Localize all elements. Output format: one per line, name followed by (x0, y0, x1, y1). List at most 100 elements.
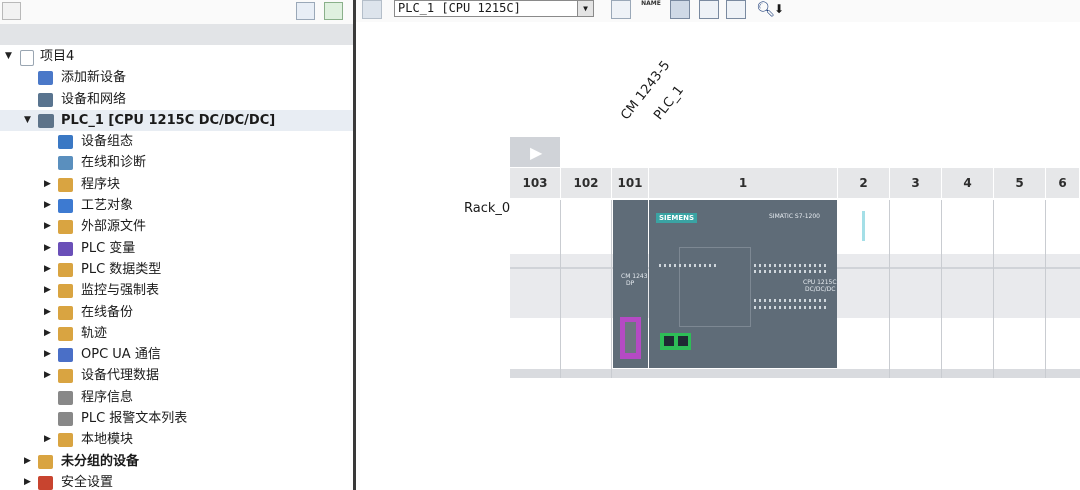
tree-item-label: 程序块 (81, 176, 121, 192)
tree-header (0, 24, 353, 45)
slot-header: 103 (510, 168, 561, 198)
zoom-icon[interactable]: 🔍︎ (756, 0, 776, 19)
tools-icon[interactable] (670, 0, 690, 19)
tree-item-child[interactable]: ▶ PLC 变量 (0, 238, 353, 259)
grid-icon[interactable] (699, 0, 719, 19)
arrow-right-icon: ▶ (530, 143, 543, 162)
tree-item-label: 在线和诊断 (81, 155, 147, 171)
led-row (754, 306, 829, 309)
product-name: SIMATIC S7-1200 (769, 213, 820, 220)
rack-label: Rack_0 (464, 201, 511, 216)
chevron-right-icon[interactable]: ▶ (24, 451, 31, 472)
tree-item-label: PLC 报警文本列表 (81, 411, 188, 427)
security-icon (38, 475, 53, 490)
alarm-text-icon (58, 412, 73, 427)
chevron-down-icon[interactable]: ▼ (24, 110, 31, 131)
tree-item-child[interactable]: ▶ 设备代理数据 (0, 365, 353, 386)
online-backups-icon (58, 305, 73, 320)
slot-3[interactable] (890, 200, 942, 378)
tree-item-child[interactable]: 在线和诊断 (0, 152, 353, 173)
chevron-right-icon[interactable]: ▶ (44, 174, 51, 195)
detail-view-icon[interactable] (296, 2, 315, 20)
slot-103[interactable] (510, 200, 561, 378)
rack-icon[interactable] (611, 0, 631, 19)
slot-102[interactable] (561, 200, 612, 378)
tree-item-label: PLC 数据类型 (81, 261, 162, 277)
tree-item-devices-networks[interactable]: 设备和网络 (0, 89, 353, 110)
tree-item-child[interactable]: ▶ PLC 数据类型 (0, 259, 353, 280)
chevron-right-icon[interactable]: ▶ (44, 365, 51, 386)
tree-item-label: 未分组的设备 (61, 453, 140, 469)
ungrouped-devices-icon (38, 454, 53, 469)
tree-item-add-device[interactable]: 添加新设备 (0, 67, 353, 88)
tree-item-child[interactable]: PLC 报警文本列表 (0, 408, 353, 429)
tree-item-child[interactable]: 程序信息 (0, 387, 353, 408)
slot-header: 4 (942, 168, 994, 198)
tree-item-plc[interactable]: ▼ PLC_1 [CPU 1215C DC/DC/DC] (0, 109, 353, 132)
online-diagnostics-icon (58, 156, 73, 171)
tree-item-label: 项目4 (40, 49, 75, 64)
slot-6[interactable] (1046, 200, 1080, 378)
export-icon[interactable] (324, 2, 343, 20)
tree-item-child[interactable]: 设备组态 (0, 131, 353, 152)
page-break-icon[interactable] (726, 0, 746, 19)
tree-item-label: 工艺对象 (81, 198, 134, 214)
zoom-dropdown-icon[interactable]: ⬇ (774, 0, 794, 19)
cpu-module[interactable]: SIEMENS SIMATIC S7-1200 CPU 1215C DC/DC/… (649, 200, 865, 368)
chevron-right-icon[interactable]: ▶ (44, 280, 51, 301)
led-row (754, 264, 829, 267)
chevron-right-icon[interactable]: ▶ (44, 344, 51, 365)
chevron-right-icon[interactable]: ▶ (44, 259, 51, 280)
slot-5[interactable] (994, 200, 1046, 378)
chevron-right-icon[interactable]: ▶ (24, 472, 31, 490)
external-sources-icon (58, 220, 73, 235)
slot-header: 2 (838, 168, 890, 198)
tree-item-child[interactable]: ▶ 外部源文件 (0, 216, 353, 237)
expand-rack-button[interactable]: ▶ (510, 137, 560, 167)
tree-item-security[interactable]: ▶ 安全设置 (0, 472, 353, 490)
chevron-right-icon[interactable]: ▶ (44, 195, 51, 216)
device-view-toolbar: PLC_1 [CPU 1215C] ▼ NAME 🔍︎ ⬇ (356, 0, 1080, 22)
chevron-down-icon[interactable]: ▼ (5, 46, 12, 67)
tree-item-label: 设备组态 (81, 134, 134, 150)
tree-item-child[interactable]: ▶ 程序块 (0, 174, 353, 195)
slot-4[interactable] (942, 200, 994, 378)
chevron-right-icon[interactable]: ▶ (44, 429, 51, 450)
watch-force-tables-icon (58, 284, 73, 299)
plc-children: 设备组态 在线和诊断 ▶ 程序块 ▶ 工艺对象 ▶ 外部源文件 ▶ PLC 变量 ▶ PLC 数据类型… (0, 131, 353, 450)
cm-module[interactable]: CM 1243 DP (613, 200, 648, 368)
network-view-icon[interactable] (362, 0, 382, 19)
chevron-down-icon[interactable]: ▼ (577, 1, 593, 16)
slot-header: 6 (1046, 168, 1080, 198)
cpu-status-bar (862, 211, 865, 241)
tree-item-child[interactable]: ▶ 在线备份 (0, 302, 353, 323)
tree-item-project[interactable]: ▼ 项目4 (0, 46, 353, 67)
cm-module-text: CM 1243 (621, 273, 648, 280)
traces-icon (58, 326, 73, 341)
tree-item-child[interactable]: ▶ 轨迹 (0, 323, 353, 344)
led-row (754, 270, 829, 273)
tree-item-label: 外部源文件 (81, 219, 147, 235)
chevron-right-icon[interactable]: ▶ (44, 323, 51, 344)
chevron-right-icon[interactable]: ▶ (44, 216, 51, 237)
tree-item-label: 程序信息 (81, 389, 134, 405)
tree-item-label: 安全设置 (61, 474, 114, 490)
tree-item-child[interactable]: ▶ 本地模块 (0, 429, 353, 450)
tree-item-child[interactable]: ▶ 工艺对象 (0, 195, 353, 216)
plc-icon (38, 113, 54, 128)
module-label-plc: PLC_1 (651, 83, 687, 123)
device-select[interactable]: PLC_1 [CPU 1215C] ▼ (394, 0, 594, 17)
project-view-icon[interactable] (2, 2, 21, 20)
tree-item-child[interactable]: ▶ 监控与强制表 (0, 280, 353, 301)
tree-item-child[interactable]: ▶ OPC UA 通信 (0, 344, 353, 365)
network-icon (38, 92, 53, 107)
device-select-value: PLC_1 [CPU 1215C] (398, 1, 521, 15)
siemens-logo: SIEMENS (656, 213, 698, 223)
show-module-names-icon[interactable]: NAME (641, 0, 661, 19)
chevron-right-icon[interactable]: ▶ (44, 238, 51, 259)
dp-port (620, 317, 641, 359)
device-view: PLC_1 [CPU 1215C] ▼ NAME 🔍︎ ⬇ CM 1243-5 … (356, 0, 1080, 490)
cpu-panel (679, 247, 751, 327)
chevron-right-icon[interactable]: ▶ (44, 302, 51, 323)
tree-item-ungrouped[interactable]: ▶ 未分组的设备 (0, 451, 353, 472)
